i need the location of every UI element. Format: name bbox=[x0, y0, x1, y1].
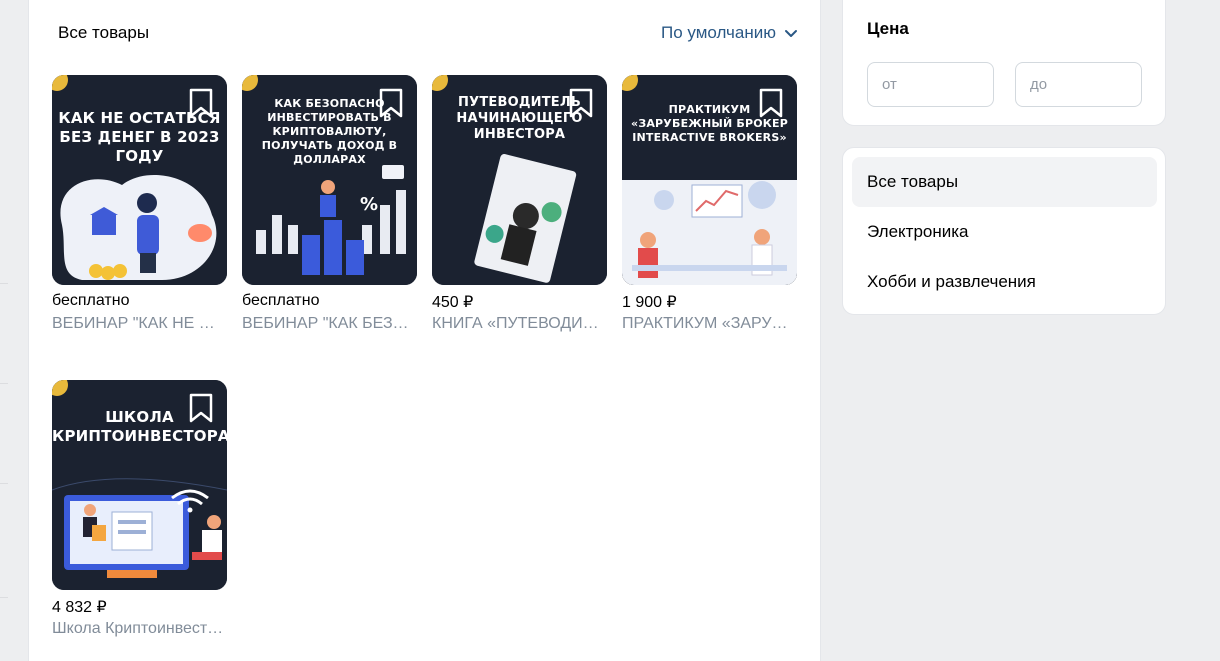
divider bbox=[0, 483, 8, 484]
product-card[interactable]: Школа криптоинвестора 4 832 ₽ Школа Крип… bbox=[52, 380, 227, 638]
bookmark-icon[interactable] bbox=[757, 87, 785, 119]
product-image: Школа криптоинвестора bbox=[52, 380, 227, 590]
product-price: 450 ₽ bbox=[432, 294, 474, 311]
price-from-input[interactable] bbox=[867, 62, 994, 107]
product-name: ВЕБИНАР "КАК НЕ ОСТАТЬСЯ БЕЗ ДЕНЕГ В 202… bbox=[52, 315, 227, 332]
divider bbox=[0, 597, 8, 598]
category-item-all[interactable]: Все товары bbox=[852, 157, 1157, 207]
product-image: % Как безопасно инвестировать в криптова… bbox=[242, 75, 417, 285]
product-card[interactable]: Как не остаться без денег в 2023 году бе… bbox=[52, 75, 227, 333]
chevron-down-icon bbox=[785, 30, 797, 37]
product-price: 4 832 ₽ bbox=[52, 599, 107, 616]
category-item-hobby[interactable]: Хобби и развлечения bbox=[852, 257, 1157, 307]
bookmark-icon[interactable] bbox=[377, 87, 405, 119]
price-filter-panel: Цена bbox=[842, 0, 1166, 126]
sort-label: По умолчанию bbox=[661, 23, 776, 42]
product-price: бесплатно bbox=[52, 292, 130, 309]
divider bbox=[0, 283, 8, 284]
bookmark-icon[interactable] bbox=[187, 392, 215, 424]
price-to-input[interactable] bbox=[1015, 62, 1142, 107]
product-card[interactable]: Практикум «Зарубежный брокер Interactive… bbox=[622, 75, 797, 333]
product-card[interactable]: % Как безопасно инвестировать в криптова… bbox=[242, 75, 417, 333]
product-price: 1 900 ₽ bbox=[622, 294, 677, 311]
category-item-electronics[interactable]: Электроника bbox=[852, 207, 1157, 257]
product-image: Как не остаться без денег в 2023 году bbox=[52, 75, 227, 285]
price-filter-label: Цена bbox=[867, 19, 909, 38]
product-name: ПРАКТИКУМ «ЗАРУБЕЖНЫЙ БРОКЕР» bbox=[622, 315, 797, 332]
product-image: Практикум «Зарубежный брокер Interactive… bbox=[622, 75, 797, 285]
product-name: ВЕБИНАР "КАК БЕЗОПАСНО ИНВЕСТИРОВАТЬ" bbox=[242, 315, 417, 332]
product-name: КНИГА «ПУТЕВОДИТЕЛЬ НАЧИНАЮЩЕГО ИНВЕСТОР… bbox=[432, 315, 607, 332]
product-price: бесплатно bbox=[242, 292, 320, 309]
bookmark-icon[interactable] bbox=[567, 87, 595, 119]
product-image: Путеводитель начинающего инвестора bbox=[432, 75, 607, 285]
products-header: Все товары По умолчанию bbox=[58, 20, 798, 46]
svg-text:%: % bbox=[360, 194, 378, 215]
categories-panel: Все товары Электроника Хобби и развлечен… bbox=[842, 147, 1166, 315]
products-section: Все товары По умолчанию КАК НЕ ОСТАТЬСЯ … bbox=[28, 0, 821, 661]
page-title: Все товары bbox=[58, 23, 150, 42]
divider bbox=[0, 383, 8, 384]
product-card[interactable]: Путеводитель начинающего инвестора 450 ₽… bbox=[432, 75, 607, 333]
product-name: Школа Криптоинвестора bbox=[52, 620, 227, 637]
sort-dropdown[interactable]: По умолчанию bbox=[661, 23, 798, 43]
bookmark-icon[interactable] bbox=[187, 87, 215, 119]
